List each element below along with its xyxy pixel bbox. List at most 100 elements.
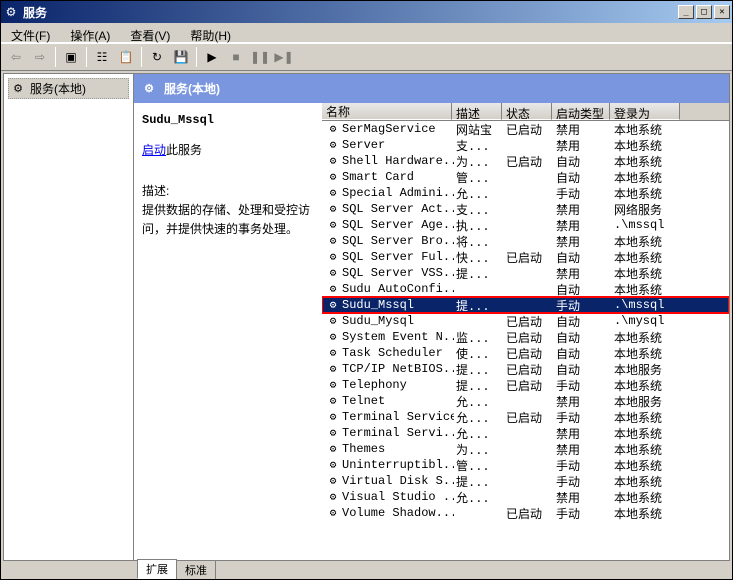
- service-logon: 本地系统: [612, 489, 682, 506]
- tab-extended[interactable]: 扩展: [137, 559, 177, 579]
- gear-icon: ⚙: [326, 282, 340, 296]
- app-icon: ⚙: [3, 4, 19, 20]
- detail-title: 服务(本地): [164, 80, 220, 97]
- service-startup: 自动: [554, 153, 612, 170]
- service-row[interactable]: ⚙Sudu_Mysql已启动自动.\mysql: [322, 313, 729, 329]
- service-row[interactable]: ⚙Visual Studio ...允...禁用本地系统: [322, 489, 729, 505]
- gear-icon: ⚙: [326, 458, 340, 472]
- service-row[interactable]: ⚙Server支...禁用本地系统: [322, 137, 729, 153]
- help-button[interactable]: 💾: [170, 46, 192, 68]
- list-body[interactable]: ⚙SerMagService网站宝已启动禁用本地系统⚙Server支...禁用本…: [322, 121, 729, 560]
- stop-button[interactable]: ■: [225, 46, 247, 68]
- service-logon: 本地系统: [612, 185, 682, 202]
- service-name: Themes: [342, 442, 385, 456]
- service-startup: 禁用: [554, 233, 612, 250]
- service-row[interactable]: ⚙Telnet允...禁用本地服务: [322, 393, 729, 409]
- service-row[interactable]: ⚙System Event N...监...已启动自动本地系统: [322, 329, 729, 345]
- menubar: 文件(F) 操作(A) 查看(V) 帮助(H): [1, 23, 732, 43]
- service-startup: 自动: [554, 329, 612, 346]
- service-desc: 支...: [454, 201, 504, 218]
- col-status[interactable]: 状态: [502, 103, 552, 120]
- service-row[interactable]: ⚙SQL Server Age...执...禁用.\mssql: [322, 217, 729, 233]
- service-row[interactable]: ⚙SQL Server Act...支...禁用网络服务: [322, 201, 729, 217]
- services-icon: ⚙: [142, 82, 156, 96]
- service-startup: 自动: [554, 361, 612, 378]
- forward-button[interactable]: ⇨: [29, 46, 51, 68]
- tree-item-services-local[interactable]: ⚙ 服务(本地): [8, 78, 129, 99]
- service-row[interactable]: ⚙Volume Shadow...已启动手动本地系统: [322, 505, 729, 521]
- service-row[interactable]: ⚙Sudu AutoConfi...自动本地系统: [322, 281, 729, 297]
- minimize-button[interactable]: _: [678, 5, 694, 19]
- gear-icon: ⚙: [326, 122, 340, 136]
- show-hide-button[interactable]: ▣: [60, 46, 82, 68]
- service-name: System Event N...: [342, 330, 454, 344]
- service-startup: 禁用: [554, 201, 612, 218]
- link-start-prefix[interactable]: 启动: [142, 143, 166, 157]
- service-row[interactable]: ⚙SQL Server VSS...提...禁用本地系统: [322, 265, 729, 281]
- service-row[interactable]: ⚙Task Scheduler使...已启动自动本地系统: [322, 345, 729, 361]
- service-row[interactable]: ⚙Terminal Services允...已启动手动本地系统: [322, 409, 729, 425]
- pause-button[interactable]: ❚❚: [249, 46, 271, 68]
- service-name: Volume Shadow...: [342, 506, 454, 520]
- list-header[interactable]: 名称 描述 状态 启动类型 登录为: [322, 103, 729, 121]
- service-row[interactable]: ⚙Virtual Disk S...提...手动本地系统: [322, 473, 729, 489]
- service-startup: 禁用: [554, 121, 612, 138]
- service-desc: 提...: [454, 377, 504, 394]
- gear-icon: ⚙: [326, 138, 340, 152]
- menu-action[interactable]: 操作(A): [64, 25, 116, 40]
- col-startup[interactable]: 启动类型: [552, 103, 610, 120]
- service-desc: 使...: [454, 345, 504, 362]
- start-button[interactable]: ▶: [201, 46, 223, 68]
- service-logon: 本地系统: [612, 505, 682, 522]
- service-row[interactable]: ⚙Telephony提...已启动手动本地系统: [322, 377, 729, 393]
- service-row[interactable]: ⚙Smart Card管...自动本地系统: [322, 169, 729, 185]
- restart-button[interactable]: ▶❚: [273, 46, 295, 68]
- col-desc[interactable]: 描述: [452, 103, 502, 120]
- service-logon: 本地系统: [612, 473, 682, 490]
- service-name: Sudu_Mssql: [342, 298, 414, 312]
- start-service-link[interactable]: 启动此服务: [142, 141, 314, 158]
- back-button[interactable]: ⇦: [5, 46, 27, 68]
- service-desc: 管...: [454, 457, 504, 474]
- service-startup: 手动: [554, 457, 612, 474]
- service-row[interactable]: ⚙SerMagService网站宝已启动禁用本地系统: [322, 121, 729, 137]
- window-title: 服务: [23, 4, 678, 21]
- service-row[interactable]: ⚙Themes为...禁用本地系统: [322, 441, 729, 457]
- service-row[interactable]: ⚙Special Admini...允...手动本地系统: [322, 185, 729, 201]
- service-status: 已启动: [504, 153, 554, 170]
- service-logon: 本地系统: [612, 329, 682, 346]
- maximize-button[interactable]: □: [696, 5, 712, 19]
- properties-button[interactable]: ☷: [91, 46, 113, 68]
- tab-standard[interactable]: 标准: [176, 560, 216, 579]
- gear-icon: ⚙: [326, 378, 340, 392]
- service-row[interactable]: ⚙Shell Hardware...为...已启动自动本地系统: [322, 153, 729, 169]
- col-name[interactable]: 名称: [322, 103, 452, 120]
- service-status: 已启动: [504, 249, 554, 266]
- service-name: Terminal Services: [342, 410, 454, 424]
- service-startup: 禁用: [554, 265, 612, 282]
- service-row[interactable]: ⚙TCP/IP NetBIOS...提...已启动自动本地服务: [322, 361, 729, 377]
- service-desc: 提...: [454, 361, 504, 378]
- menu-help[interactable]: 帮助(H): [184, 25, 237, 40]
- service-startup: 手动: [554, 185, 612, 202]
- service-name: SQL Server VSS...: [342, 266, 454, 280]
- menu-file[interactable]: 文件(F): [5, 25, 56, 40]
- refresh-button[interactable]: ↻: [146, 46, 168, 68]
- service-row[interactable]: ⚙Uninterruptibl...管...手动本地系统: [322, 457, 729, 473]
- tree-pane[interactable]: ⚙ 服务(本地): [4, 74, 134, 560]
- service-row[interactable]: ⚙SQL Server Bro...将...禁用本地系统: [322, 233, 729, 249]
- col-logon[interactable]: 登录为: [610, 103, 680, 120]
- service-logon: .\mssql: [612, 298, 682, 312]
- menu-view[interactable]: 查看(V): [124, 25, 176, 40]
- services-icon: ⚙: [11, 82, 25, 96]
- service-status: 已启动: [504, 329, 554, 346]
- export-button[interactable]: 📋: [115, 46, 137, 68]
- titlebar[interactable]: ⚙ 服务 _ □ ✕: [1, 1, 732, 23]
- service-row[interactable]: ⚙Sudu_Mssql提...手动.\mssql: [322, 297, 729, 313]
- close-button[interactable]: ✕: [714, 5, 730, 19]
- service-row[interactable]: ⚙SQL Server Ful...快...已启动自动本地系统: [322, 249, 729, 265]
- gear-icon: ⚙: [326, 362, 340, 376]
- separator: [86, 47, 87, 67]
- service-desc: 允...: [454, 393, 504, 410]
- service-row[interactable]: ⚙Terminal Servi...允...禁用本地系统: [322, 425, 729, 441]
